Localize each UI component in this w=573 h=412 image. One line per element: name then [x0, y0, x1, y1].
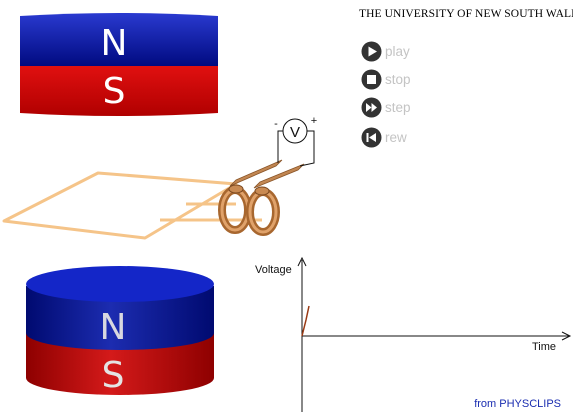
top-magnet: N S [20, 13, 218, 116]
voltage-axis-label: Voltage [255, 264, 292, 276]
voltage-graph [297, 256, 572, 412]
voltmeter-lead-minus [277, 130, 283, 163]
minus-terminal-label: - [274, 118, 278, 130]
top-magnet-n-label: N [101, 23, 128, 64]
bottom-magnet-s-label: S [102, 355, 125, 396]
right-brush [253, 163, 305, 189]
left-brush [229, 159, 283, 187]
right-brush-contact [254, 186, 270, 196]
bottom-magnet-top-face [26, 266, 214, 302]
voltmeter-symbol: V [290, 124, 300, 141]
top-magnet-s-label: S [103, 71, 126, 112]
time-axis-label: Time [532, 341, 557, 353]
bottom-magnet: N S [26, 266, 214, 396]
voltmeter-circuit: V - + [274, 115, 317, 167]
plus-terminal-label: + [311, 115, 317, 127]
physclips-credit[interactable]: from PHYSCLIPS [474, 398, 561, 410]
left-brush-contact [228, 184, 244, 194]
simulation-scene: N S V - + N S [2, 13, 572, 412]
voltage-trace [301, 305, 310, 337]
bottom-magnet-n-label: N [100, 307, 127, 348]
